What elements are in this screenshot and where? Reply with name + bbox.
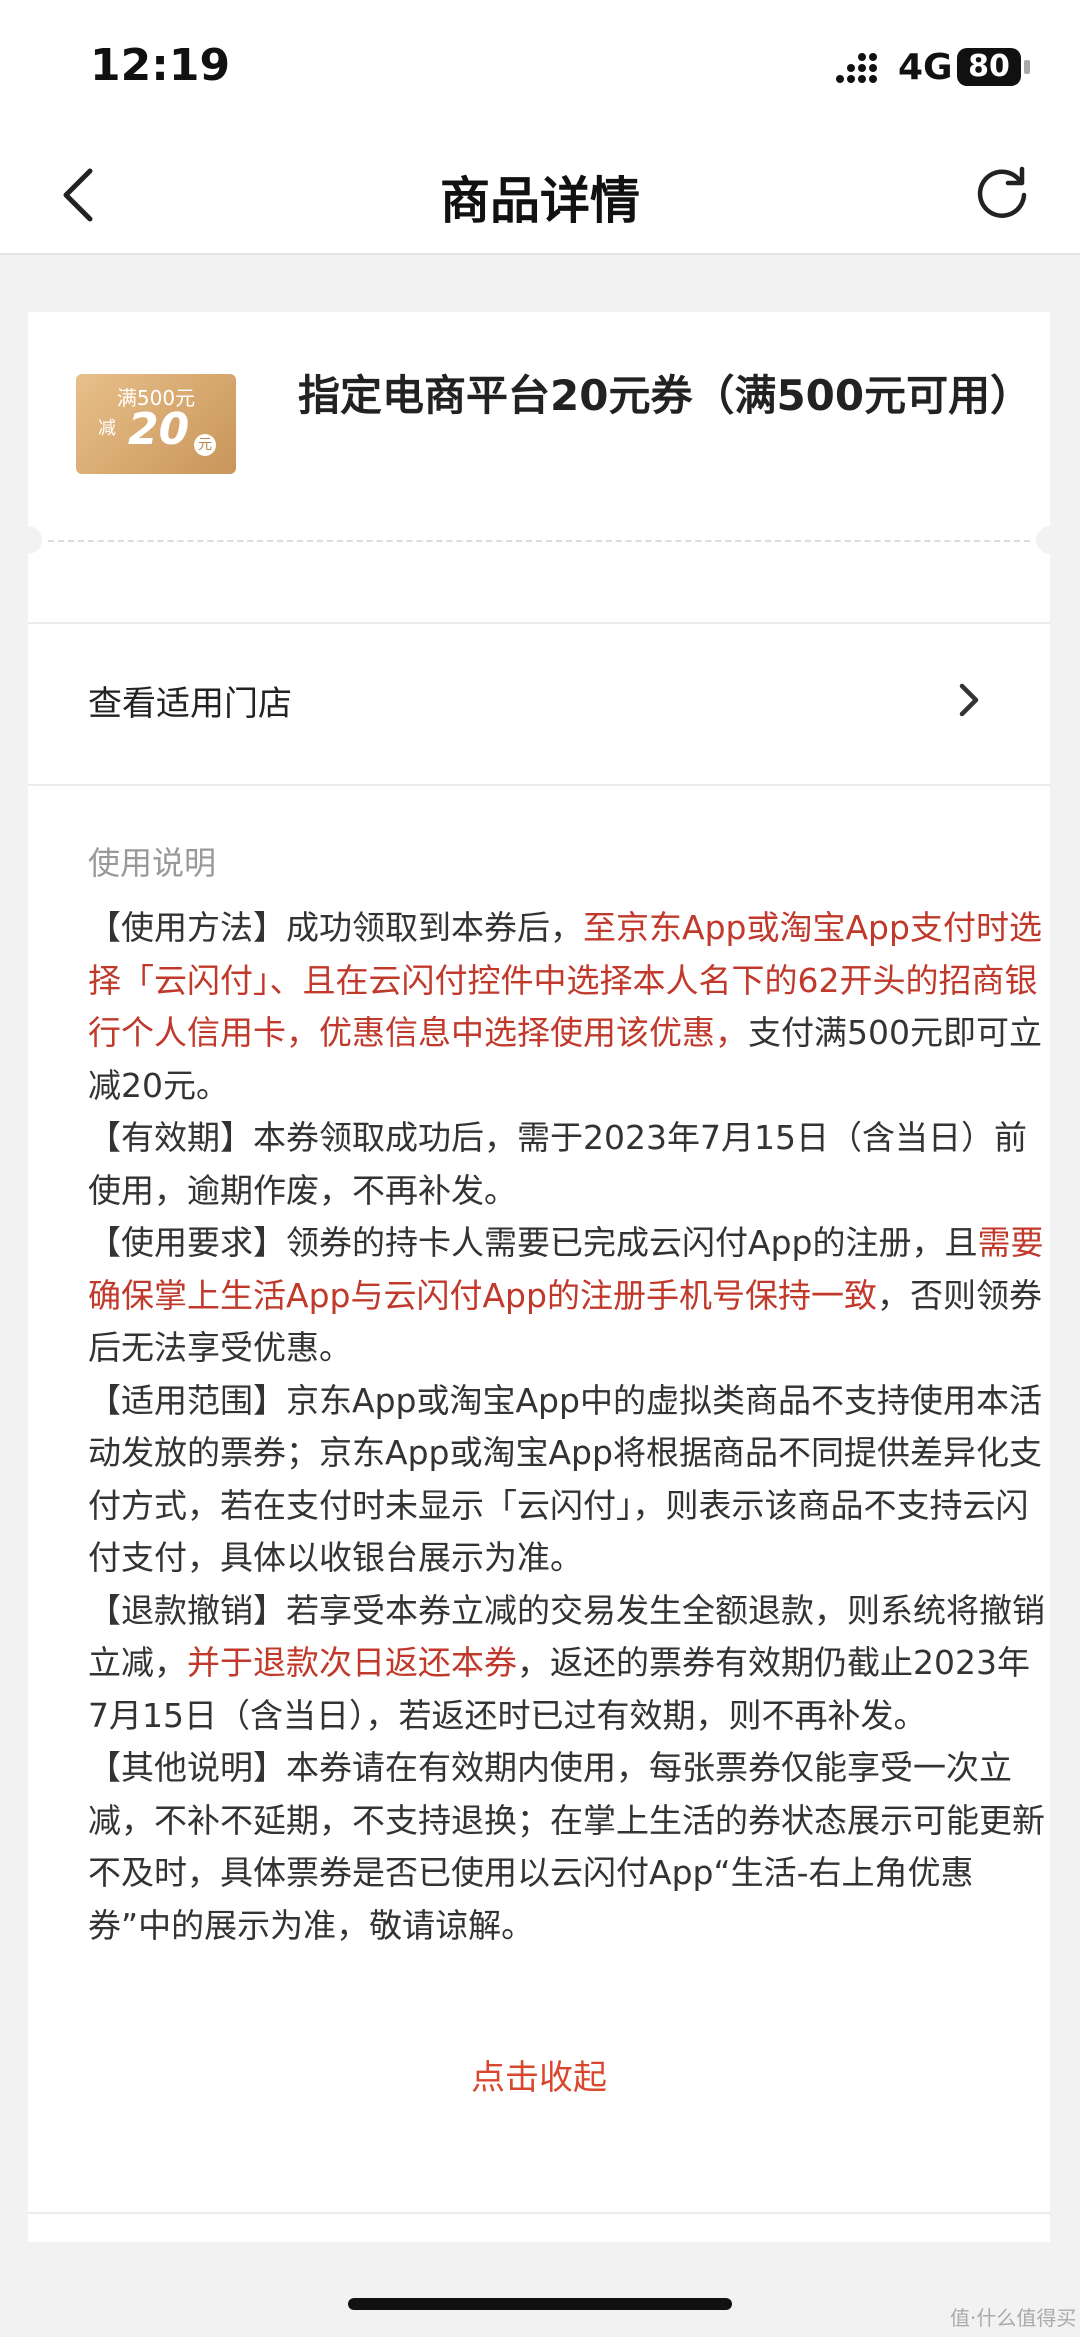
divider bbox=[28, 2212, 1050, 2214]
product-title: 指定电商平台20元券（满500元可用） bbox=[298, 371, 1033, 420]
divider bbox=[28, 784, 1050, 786]
refresh-button[interactable] bbox=[970, 161, 1034, 225]
battery-icon: 80 bbox=[957, 48, 1021, 86]
coupon-image: 满500元 减 20 元 bbox=[76, 374, 236, 474]
usage-paragraph: 【有效期】本券领取成功后，需于2023年7月15日（含当日）前使用，逾期作废，不… bbox=[88, 1112, 1048, 1217]
usage-paragraph: 【使用方法】成功领取到本券后，至京东App或淘宝App支付时选择「云闪付」、且在… bbox=[88, 902, 1048, 1112]
home-indicator bbox=[348, 2298, 732, 2310]
usage-text: 【适用范围】京东App或淘宝App中的虚拟类商品不支持使用本活动发放的票券；京东… bbox=[88, 1380, 1042, 1578]
ticket-notch-right bbox=[1036, 526, 1064, 554]
usage-text: 【使用方法】成功领取到本券后， bbox=[88, 908, 583, 947]
usage-text: 【有效期】本券领取成功后，需于2023年7月15日（含当日）前使用，逾期作废，不… bbox=[88, 1118, 1027, 1210]
battery-tip bbox=[1024, 60, 1030, 74]
usage-instructions: 【使用方法】成功领取到本券后，至京东App或淘宝App支付时选择「云闪付」、且在… bbox=[88, 902, 1048, 1952]
network-type: 4G bbox=[898, 47, 953, 88]
page-title: 商品详情 bbox=[440, 172, 640, 230]
usage-paragraph: 【退款撤销】若享受本券立减的交易发生全额退款，则系统将撤销立减，并于退款次日返还… bbox=[88, 1585, 1048, 1743]
usage-paragraph: 【使用要求】领券的持卡人需要已完成云闪付App的注册，且需要确保掌上生活App与… bbox=[88, 1217, 1048, 1375]
applicable-stores-row[interactable]: 查看适用门店 bbox=[28, 624, 1050, 784]
ticket-notch-left bbox=[14, 526, 42, 554]
coupon-prefix: 减 bbox=[98, 418, 116, 439]
usage-text: 【使用要求】领券的持卡人需要已完成云闪付App的注册，且 bbox=[88, 1223, 978, 1262]
collapse-button[interactable]: 点击收起 bbox=[28, 2050, 1050, 2099]
usage-text: 【其他说明】本券请在有效期内使用，每张票券仅能享受一次立减，不补不延期，不支持退… bbox=[88, 1748, 1045, 1945]
coupon-unit: 元 bbox=[194, 434, 216, 456]
applicable-stores-label: 查看适用门店 bbox=[88, 684, 292, 724]
dashed-divider bbox=[48, 540, 1030, 542]
status-bar: 12:19 4G 80 bbox=[0, 0, 1080, 135]
coupon-amount: 20 bbox=[128, 404, 190, 455]
usage-paragraph: 【其他说明】本券请在有效期内使用，每张票券仅能享受一次立减，不补不延期，不支持退… bbox=[88, 1742, 1048, 1952]
battery-level: 80 bbox=[968, 49, 1010, 84]
watermark: 值·什么值得买 bbox=[950, 2306, 1077, 2330]
status-time: 12:19 bbox=[90, 40, 231, 91]
chevron-right-icon bbox=[959, 683, 979, 717]
product-card: 满500元 减 20 元 指定电商平台20元券（满500元可用） 查看适用门店 … bbox=[14, 312, 1064, 2242]
nav-bar: 商品详情 bbox=[0, 135, 1080, 255]
usage-paragraph: 【适用范围】京东App或淘宝App中的虚拟类商品不支持使用本活动发放的票券；京东… bbox=[88, 1375, 1048, 1585]
usage-highlight-text: 并于退款次日返还本券 bbox=[187, 1643, 517, 1682]
signal-icon bbox=[836, 53, 877, 83]
usage-heading: 使用说明 bbox=[88, 844, 217, 882]
